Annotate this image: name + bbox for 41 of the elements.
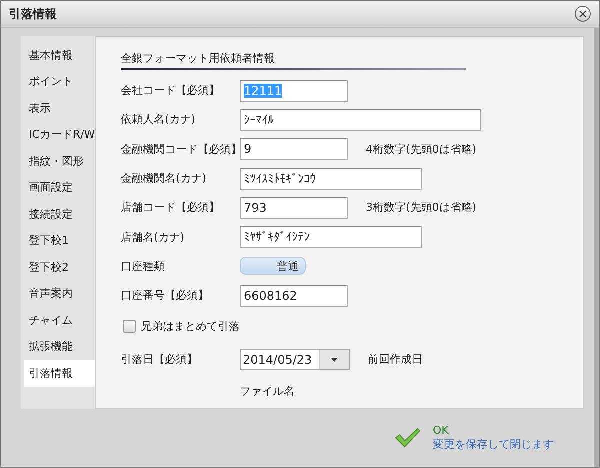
- sidebar-item[interactable]: 基本情報: [21, 42, 95, 68]
- sidebar-item[interactable]: チャイム: [21, 307, 95, 334]
- date-picker[interactable]: 2014/05/23: [240, 349, 350, 370]
- dropdown-icon: [331, 358, 338, 362]
- checkmark-icon: [395, 428, 421, 448]
- close-button[interactable]: ×: [575, 6, 591, 22]
- input-field[interactable]: 6608162: [240, 284, 348, 307]
- field-label: 金融機関名(カナ): [121, 172, 207, 186]
- checkbox-label: 兄弟はまとめて引落: [141, 319, 240, 334]
- input-field[interactable]: 9: [240, 138, 348, 160]
- field-label: 店舗コード【必須】: [121, 201, 220, 214]
- sidebar-item[interactable]: 指紋・図形: [21, 148, 95, 174]
- sidebar-item[interactable]: 登下校1: [21, 228, 95, 254]
- input-field[interactable]: 793: [240, 196, 348, 219]
- field-label: 店舗名(カナ): [121, 230, 185, 244]
- field-label: 会社コード【必須】: [121, 84, 220, 98]
- checkbox[interactable]: [123, 320, 136, 334]
- sidebar-item[interactable]: 音声案内: [21, 280, 95, 307]
- account-type-toggle[interactable]: 普通: [240, 257, 306, 276]
- section-title: 全銀フォーマット用依頼者情報: [121, 51, 466, 70]
- sidebar-item[interactable]: ICカードR/W: [21, 122, 95, 148]
- sidebar-item[interactable]: 拡張機能: [21, 334, 95, 360]
- hint-text: 4桁数字(先頭0は省略): [366, 142, 477, 157]
- sidebar-item[interactable]: 画面設定: [21, 174, 95, 201]
- field-label: 口座種類: [121, 260, 165, 273]
- sidebar-item[interactable]: ポイント: [21, 68, 95, 95]
- field-label: 依頼人名(カナ): [121, 113, 196, 126]
- input-field[interactable]: ﾐﾂｲｽﾐﾄﾓｷﾞﾝｺｳ: [240, 168, 422, 190]
- sidebar-item[interactable]: 表示: [21, 95, 95, 122]
- window-title: 引落情報: [9, 6, 57, 22]
- hint-text: 前回作成日: [368, 352, 423, 368]
- field-label: 金融機関コード【必須】: [121, 142, 242, 156]
- file-name-label: ファイル名: [240, 384, 295, 399]
- sidebar-item[interactable]: 接続設定: [21, 201, 95, 228]
- input-field[interactable]: ｼｰﾏｲﾙ: [240, 108, 481, 131]
- field-label: 引落日【必須】: [121, 353, 198, 366]
- sidebar-item[interactable]: 登下校2: [21, 254, 95, 280]
- input-field[interactable]: ﾐﾔｻﾞｷﾀﾞｲｼﾃﾝ: [240, 226, 422, 248]
- hint-text: 3桁数字(先頭0は省略): [366, 200, 477, 216]
- field-label: 口座番号【必須】: [121, 289, 209, 302]
- sidebar-item[interactable]: 引落情報: [24, 360, 95, 386]
